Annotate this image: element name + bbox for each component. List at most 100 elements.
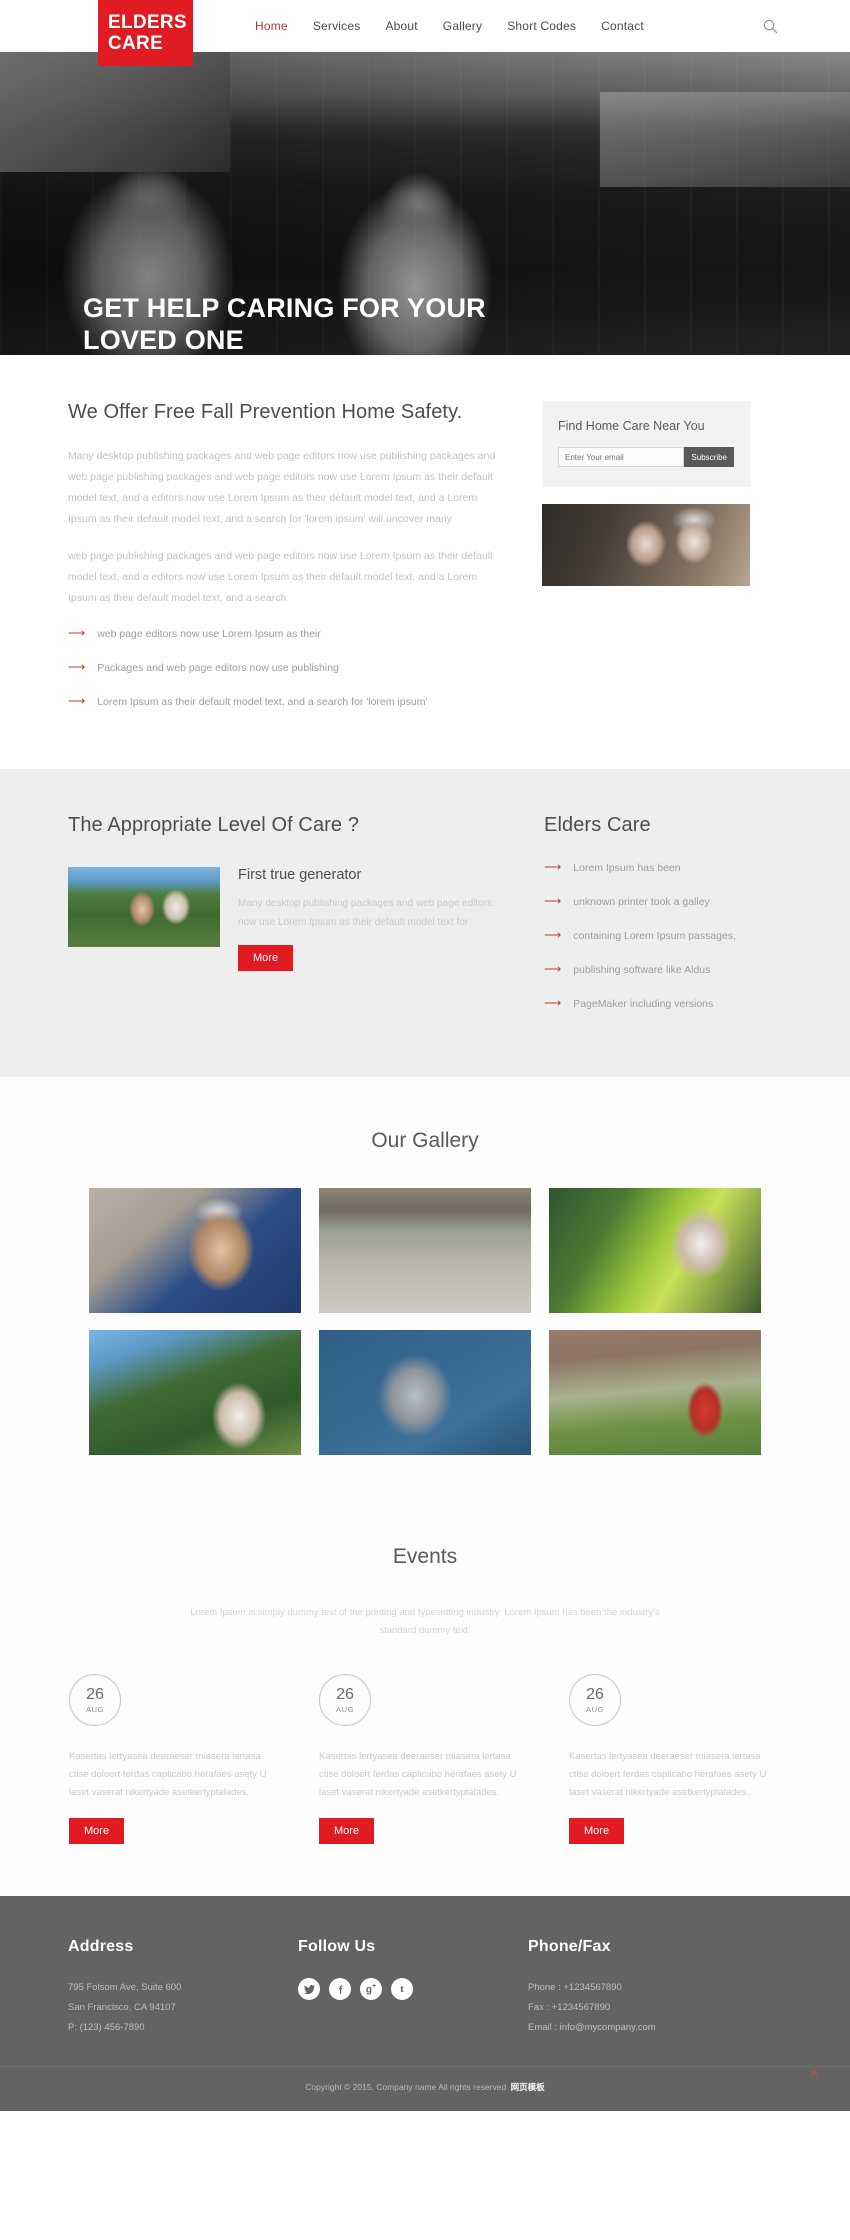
nav-item-home[interactable]: Home bbox=[255, 19, 288, 33]
nav-item-services[interactable]: Services bbox=[313, 19, 361, 33]
arrow-right-icon: ⟶ bbox=[544, 894, 562, 908]
senior-portrait-blue-photo[interactable] bbox=[319, 1330, 531, 1455]
search-icon[interactable] bbox=[763, 0, 778, 52]
chevron-up-icon[interactable]: ^ bbox=[811, 2069, 818, 2084]
event-item: 26 AUG Kasertas lertyasea deeraeser mias… bbox=[569, 1674, 781, 1844]
nav-item-contact[interactable]: Contact bbox=[601, 19, 644, 33]
arrow-right-icon: ⟶ bbox=[544, 860, 562, 874]
event-day: 26 bbox=[86, 1685, 104, 1703]
site-footer: Address 795 Folsom Ave, Suite 600 San Fr… bbox=[0, 1896, 850, 2066]
two-seniors-walking-photo[interactable] bbox=[319, 1188, 531, 1313]
site-header: ELDERS CARE Home Services About Gallery … bbox=[0, 0, 850, 66]
care-card-heading: First true generator bbox=[238, 867, 362, 883]
newsletter-subscribe-button[interactable]: Subscribe bbox=[684, 447, 734, 467]
list-item-label: PageMaker including versions bbox=[573, 998, 714, 1010]
gallery-section: Our Gallery bbox=[0, 1077, 850, 1511]
footer-contact-title: Phone/Fax bbox=[528, 1938, 611, 1955]
event-more-button[interactable]: More bbox=[319, 1818, 375, 1844]
footer-contact-column: Phone/Fax Phone : +1234567890 Fax : +123… bbox=[528, 1938, 782, 2038]
bullet-label: web page editors now use Lorem Ipsum as … bbox=[97, 628, 321, 640]
footer-follow-column: Follow Us g+ t bbox=[298, 1938, 528, 2038]
intro-paragraph-2: web page publishing packages and web pag… bbox=[68, 550, 493, 604]
event-more-button[interactable]: More bbox=[69, 1818, 125, 1844]
footer-fax: Fax : +1234567890 bbox=[528, 2002, 611, 2013]
list-item-label: Lorem Ipsum has been bbox=[573, 862, 681, 874]
newsletter-widget: Find Home Care Near You Subscribe bbox=[542, 401, 750, 487]
event-date-badge: 26 AUG bbox=[319, 1674, 371, 1726]
logo-line-2: CARE bbox=[108, 33, 164, 54]
arrow-right-icon: ⟶ bbox=[544, 996, 562, 1010]
gallery-grid bbox=[0, 1188, 850, 1455]
event-text: Kasertas lertyasea deeraeser miasera ler… bbox=[319, 1751, 517, 1798]
intro-title: We Offer Free Fall Prevention Home Safet… bbox=[68, 401, 463, 423]
couple-backyard-photo[interactable] bbox=[549, 1330, 761, 1455]
two-women-photo bbox=[542, 504, 750, 586]
care-more-button[interactable]: More bbox=[238, 945, 294, 971]
logo-line-1: ELDERS bbox=[108, 12, 187, 33]
event-item: 26 AUG Kasertas lertyasea deeraeser mias… bbox=[319, 1674, 531, 1844]
newsletter-email-input[interactable] bbox=[558, 447, 685, 467]
woman-helping-senior-outdoors-photo bbox=[68, 867, 220, 947]
page-root: ELDERS CARE Home Services About Gallery … bbox=[0, 0, 850, 2111]
address-line-2: San Francisco, CA 94107 bbox=[68, 2002, 176, 2013]
google-plus-icon[interactable]: g+ bbox=[360, 1978, 382, 2000]
arrow-right-icon: ⟶ bbox=[68, 694, 86, 708]
list-item[interactable]: ⟶ Lorem Ipsum as their default model tex… bbox=[68, 693, 508, 711]
intro-section: We Offer Free Fall Prevention Home Safet… bbox=[0, 355, 850, 769]
elders-care-title: Elders Care bbox=[544, 814, 651, 836]
event-item: 26 AUG Kasertas lertyasea deeraeser mias… bbox=[69, 1674, 281, 1844]
social-links: g+ t bbox=[298, 1978, 528, 2000]
site-logo[interactable]: ELDERS CARE bbox=[98, 0, 193, 66]
tumblr-icon[interactable]: t bbox=[391, 1978, 413, 2000]
elders-care-list: ⟶ Lorem Ipsum has been ⟶ unknown printer… bbox=[544, 859, 752, 1013]
list-item[interactable]: ⟶ unknown printer took a galley bbox=[544, 893, 752, 911]
event-month: AUG bbox=[85, 1704, 105, 1714]
hero-banner: GET HELP CARING FOR YOUR LOVED ONE Nasag… bbox=[0, 52, 850, 355]
list-item[interactable]: ⟶ web page editors now use Lorem Ipsum a… bbox=[68, 625, 508, 643]
main-navigation: Home Services About Gallery Short Codes … bbox=[255, 0, 644, 52]
list-item[interactable]: ⟶ publishing software like Aldus bbox=[544, 961, 752, 979]
care-main-column: The Appropriate Level Of Care ? First tr… bbox=[68, 814, 508, 1029]
event-text: Kasertas lertyasea deeraeser miasera ler… bbox=[569, 1751, 767, 1798]
copyright-text: Copyright © 2015. Company name All right… bbox=[305, 2082, 507, 2092]
senior-man-blue-jacket-photo[interactable] bbox=[89, 1188, 301, 1313]
nav-item-short-codes[interactable]: Short Codes bbox=[507, 19, 576, 33]
intro-paragraph-1: Many desktop publishing packages and web… bbox=[68, 450, 496, 525]
footer-email: Email : info@mycompany.com bbox=[528, 2022, 656, 2033]
care-card-text: Many desktop publishing packages and web… bbox=[238, 898, 493, 928]
footer-address-title: Address bbox=[68, 1938, 134, 1955]
nav-item-gallery[interactable]: Gallery bbox=[443, 19, 482, 33]
hero-title: GET HELP CARING FOR YOUR LOVED ONE bbox=[83, 293, 486, 355]
event-date-badge: 26 AUG bbox=[569, 1674, 621, 1726]
list-item-label: publishing software like Aldus bbox=[573, 964, 711, 976]
bullet-label: Lorem Ipsum as their default model text,… bbox=[97, 696, 428, 708]
list-item-label: unknown printer took a galley bbox=[573, 896, 710, 908]
arrow-right-icon: ⟶ bbox=[544, 962, 562, 976]
intro-bullet-list: ⟶ web page editors now use Lorem Ipsum a… bbox=[68, 625, 508, 711]
nav-item-about[interactable]: About bbox=[385, 19, 417, 33]
arrow-right-icon: ⟶ bbox=[544, 928, 562, 942]
gallery-title: Our Gallery bbox=[371, 1129, 479, 1152]
care-card: First true generator Many desktop publis… bbox=[68, 867, 508, 971]
care-title: The Appropriate Level Of Care ? bbox=[68, 814, 360, 836]
event-day: 26 bbox=[336, 1685, 354, 1703]
bullet-label: Packages and web page editors now use pu… bbox=[97, 662, 339, 674]
events-subtitle: Lorem Ipsum is simply dummy text of the … bbox=[190, 1607, 660, 1636]
footer-address-column: Address 795 Folsom Ave, Suite 600 San Fr… bbox=[68, 1938, 298, 2038]
event-month: AUG bbox=[335, 1704, 355, 1714]
list-item[interactable]: ⟶ Lorem Ipsum has been bbox=[544, 859, 752, 877]
list-item[interactable]: ⟶ Packages and web page editors now use … bbox=[68, 659, 508, 677]
list-item[interactable]: ⟶ PageMaker including versions bbox=[544, 995, 752, 1013]
woman-sunglasses-trees-photo[interactable] bbox=[89, 1330, 301, 1455]
address-line-1: 795 Folsom Ave, Suite 600 bbox=[68, 1982, 182, 1993]
event-more-button[interactable]: More bbox=[569, 1818, 625, 1844]
twitter-icon[interactable] bbox=[298, 1978, 320, 2000]
arrow-right-icon: ⟶ bbox=[68, 626, 86, 640]
level-of-care-section: The Appropriate Level Of Care ? First tr… bbox=[0, 769, 850, 1077]
event-text: Kasertas lertyasea deeraeser miasera ler… bbox=[69, 1751, 267, 1798]
list-item[interactable]: ⟶ containing Lorem Ipsum passages, bbox=[544, 927, 752, 945]
facebook-icon[interactable] bbox=[329, 1978, 351, 2000]
events-grid: 26 AUG Kasertas lertyasea deeraeser mias… bbox=[0, 1674, 850, 1844]
event-day: 26 bbox=[586, 1685, 604, 1703]
woman-white-hair-garden-photo[interactable] bbox=[549, 1188, 761, 1313]
